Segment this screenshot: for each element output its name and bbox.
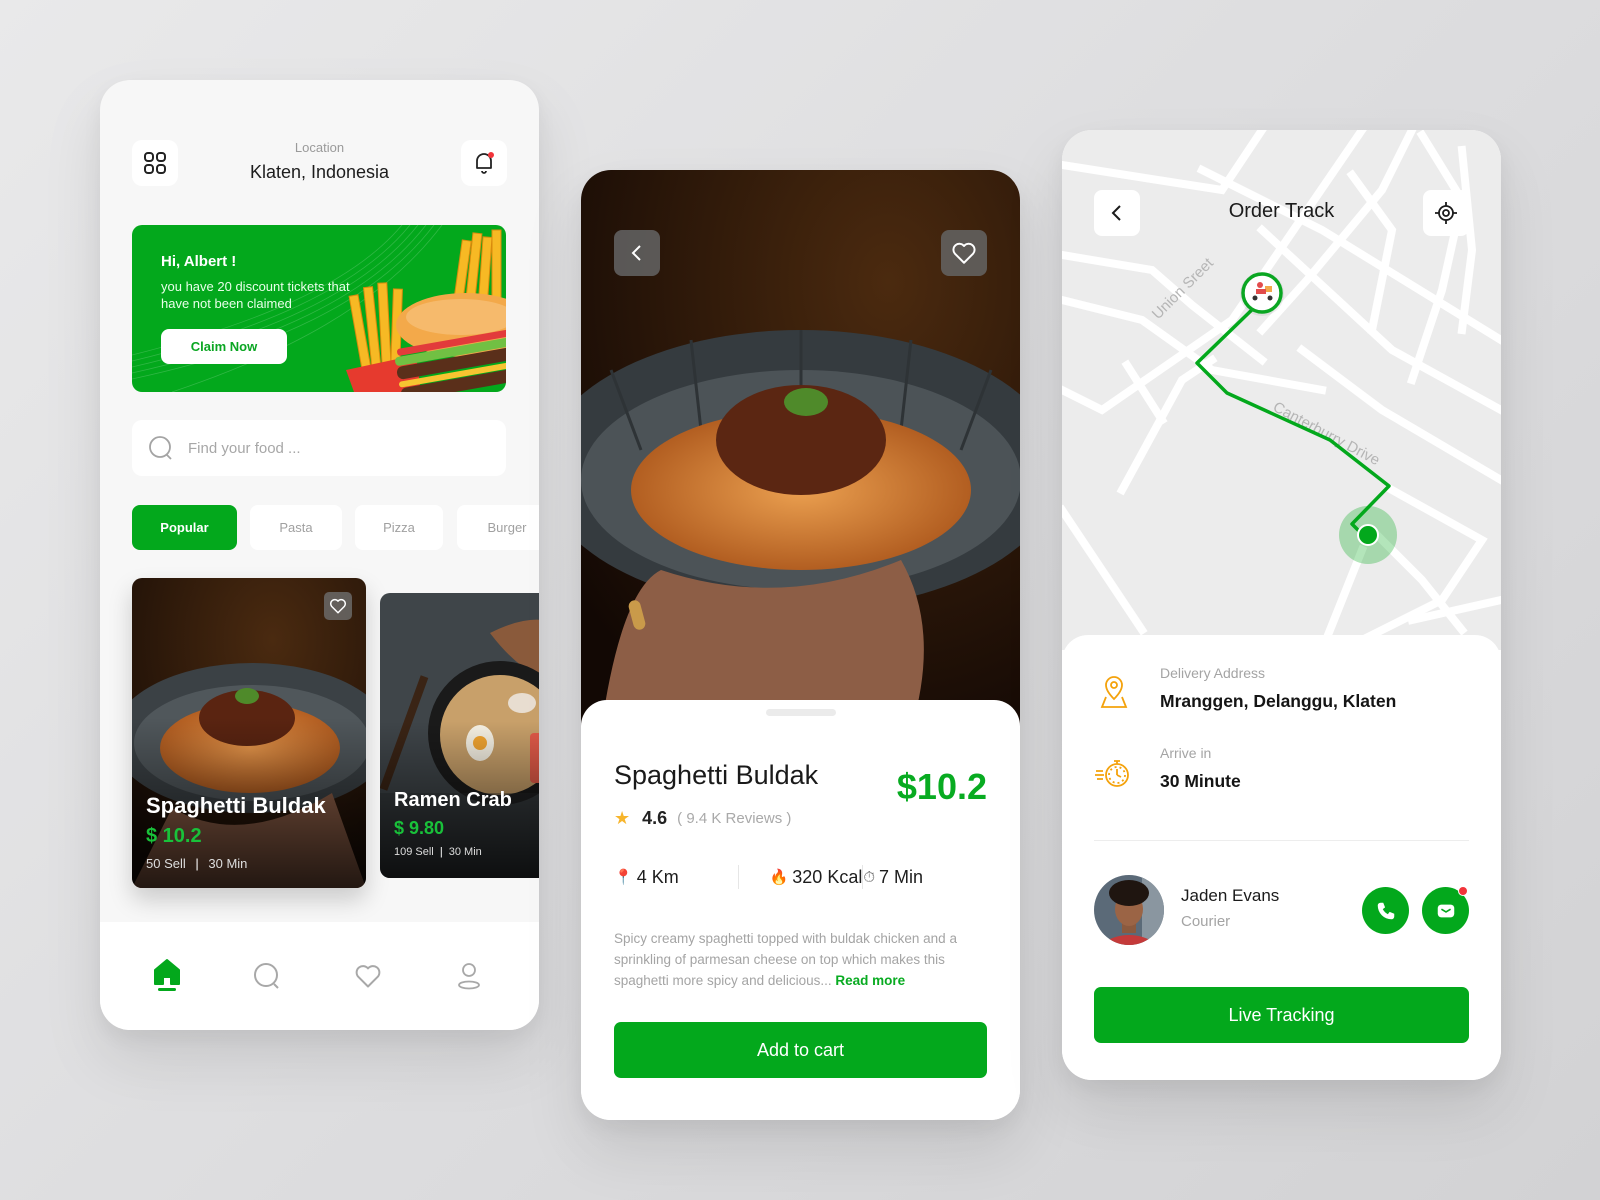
chip-pasta[interactable]: Pasta — [250, 505, 342, 550]
stat-value: 4 Km — [636, 866, 679, 887]
dish-description: Spicy creamy spaghetti topped with bulda… — [614, 928, 990, 991]
live-tracking-button[interactable]: Live Tracking — [1094, 987, 1469, 1043]
map-pin-icon — [1100, 676, 1128, 708]
tracking-sheet: Delivery Address Mranggen, Delanggu, Kla… — [1062, 635, 1501, 1080]
home-icon — [154, 959, 180, 991]
mail-icon — [1437, 904, 1454, 917]
bell-icon — [476, 152, 494, 174]
search-input[interactable] — [188, 439, 488, 457]
message-courier-button[interactable] — [1422, 886, 1469, 934]
destination-marker[interactable] — [1357, 524, 1379, 546]
favorite-button[interactable] — [941, 230, 987, 276]
stat-value: 7 Min — [879, 866, 924, 887]
food-name: Ramen Crab — [394, 789, 512, 811]
chevron-left-icon — [631, 245, 641, 261]
food-sold: 50 Sell — [146, 856, 186, 871]
stopwatch-icon — [1095, 760, 1129, 787]
review-count[interactable]: ( 9.4 K Reviews ) — [677, 810, 791, 827]
address-label: Delivery Address — [1160, 665, 1266, 681]
fire-icon: 🔥 — [769, 869, 789, 886]
heart-icon — [355, 965, 381, 988]
divider — [1094, 840, 1469, 841]
chip-burger[interactable]: Burger — [457, 505, 539, 550]
burger-fries-illustration — [346, 229, 506, 392]
food-price: $ 9.80 — [394, 818, 445, 838]
address-value: Mranggen, Delanggu, Klaten — [1160, 691, 1397, 711]
drag-handle[interactable] — [766, 709, 836, 716]
rating: ★ 4.6 ( 9.4 K Reviews ) — [614, 808, 791, 829]
courier-name: Jaden Evans — [1181, 886, 1280, 905]
promo-greeting: Hi, Albert ! — [161, 253, 237, 270]
arrive-value: 30 Minute — [1160, 771, 1241, 791]
food-card-spaghetti[interactable]: Spaghetti Buldak $ 10.2 50 Sell | 30 Min — [132, 578, 366, 888]
location-label: Location — [294, 140, 345, 155]
bottom-nav — [100, 922, 539, 1030]
courier-avatar — [1094, 875, 1164, 945]
order-track-screen: Union Sreet Canterburry Drive Order Trac… — [1062, 130, 1501, 1080]
favorite-button[interactable] — [324, 592, 352, 620]
notifications-button[interactable] — [461, 140, 507, 186]
category-chips: Popular Pasta Pizza Burger — [132, 505, 539, 550]
food-card-ramen[interactable]: Ramen Crab $ 9.80 109 Sell | 30 Min — [380, 593, 539, 878]
claim-now-button[interactable]: Claim Now — [161, 329, 287, 364]
stat-distance: 📍 4 Km — [614, 867, 738, 888]
arrival-time: Arrive in 30 Minute — [1094, 745, 1469, 805]
delivery-address: Delivery Address Mranggen, Delanggu, Kla… — [1094, 665, 1469, 725]
heart-icon — [329, 598, 347, 614]
nav-search[interactable] — [247, 956, 287, 996]
food-time: 30 Min — [208, 856, 248, 871]
location-value[interactable]: Klaten, Indonesia — [132, 162, 507, 183]
courier-info: Jaden Evans Courier — [1094, 875, 1469, 945]
back-button[interactable] — [614, 230, 660, 276]
nav-home[interactable] — [147, 956, 187, 996]
locate-me-button[interactable] — [1423, 190, 1469, 236]
pin-icon: 📍 — [614, 869, 633, 886]
arrive-label: Arrive in — [1160, 745, 1212, 761]
phone-icon — [1377, 902, 1394, 919]
food-meta: 109 Sell | 30 Min — [394, 846, 482, 858]
read-more-link[interactable]: Read more — [835, 973, 905, 988]
home-screen: Location Klaten, Indonesia Hi, Albert ! … — [100, 80, 539, 1030]
stat-value: 320 Kcal — [792, 866, 863, 887]
add-to-cart-button[interactable]: Add to cart — [614, 1022, 987, 1078]
nav-profile[interactable] — [449, 956, 489, 996]
detail-sheet: Spaghetti Buldak $10.2 ★ 4.6 ( 9.4 K Rev… — [581, 700, 1020, 1120]
call-courier-button[interactable] — [1362, 887, 1409, 934]
nav-favorites[interactable] — [348, 956, 388, 996]
chip-popular[interactable]: Popular — [132, 505, 237, 550]
food-name: Spaghetti Buldak — [146, 793, 326, 818]
courier-role: Courier — [1181, 913, 1231, 930]
detail-screen: Spaghetti Buldak $10.2 ★ 4.6 ( 9.4 K Rev… — [581, 170, 1020, 1120]
promo-message: you have 20 discount tickets that have n… — [161, 279, 350, 311]
food-price: $ 10.2 — [146, 825, 202, 847]
food-time: 30 Min — [448, 846, 482, 858]
stat-time: ⏱ 7 Min — [863, 867, 987, 888]
notification-dot — [1458, 886, 1468, 896]
description-text: Spicy creamy spaghetti topped with bulda… — [614, 931, 957, 988]
chip-pizza[interactable]: Pizza — [355, 505, 443, 550]
food-meta: 50 Sell | 30 Min — [146, 856, 248, 871]
heart-icon — [952, 242, 976, 264]
crosshair-icon — [1435, 202, 1457, 224]
user-icon — [458, 963, 480, 990]
stat-calories: 🔥 320 Kcal — [739, 867, 863, 888]
rating-value: 4.6 — [642, 808, 668, 828]
search-icon — [254, 963, 279, 989]
promo-banner: Hi, Albert ! you have 20 discount ticket… — [132, 225, 506, 392]
home-header: Location Klaten, Indonesia — [132, 140, 507, 188]
search-icon — [149, 436, 172, 460]
dish-stats: 📍 4 Km 🔥 320 Kcal ⏱ 7 Min — [614, 862, 987, 892]
dish-title: Spaghetti Buldak — [614, 760, 819, 790]
dish-price: $10.2 — [896, 766, 987, 807]
star-icon: ★ — [614, 808, 631, 828]
search-bar[interactable] — [132, 420, 506, 476]
food-sold: 109 Sell — [394, 846, 434, 858]
stopwatch-icon: ⏱ — [863, 868, 876, 886]
